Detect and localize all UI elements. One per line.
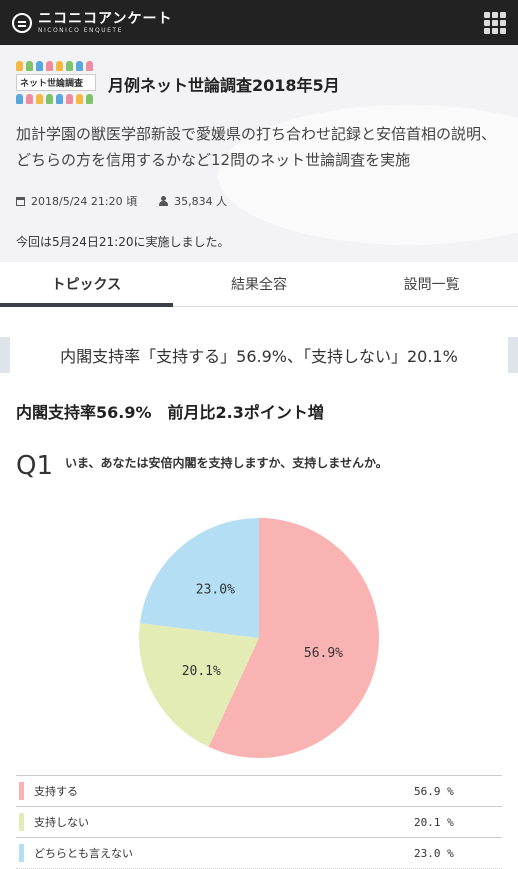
- topic-banner: 内閣支持率「支持する」56.9%、「支持しない」20.1%: [0, 337, 518, 373]
- survey-note: 今回は5月24日21:20に実施しました。: [16, 235, 230, 249]
- survey-header: ネット世論調査 月例ネット世論調査2018年5月 加計学園の獣医学部新設で愛媛県…: [0, 45, 518, 262]
- legend-value: 20.1 %: [414, 815, 454, 829]
- legend-swatch: [19, 813, 24, 831]
- pie-slice: [139, 518, 259, 638]
- legend-row: 支持する 56.9 %: [16, 775, 502, 806]
- legend-value: 23.0 %: [414, 846, 454, 860]
- legend-value: 56.9 %: [414, 784, 454, 798]
- tab-bar: トピックス 結果全容 設問一覧: [0, 262, 518, 307]
- legend-label: 支持する: [34, 785, 78, 798]
- pie-slice-label: 56.9%: [304, 646, 343, 661]
- survey-description: 加計学園の獣医学部新設で愛媛県の打ち合わせ記録と安倍首相の説明、どちらの方を信用…: [16, 125, 497, 169]
- survey-datetime: 2018/5/24 21:20 頃: [16, 193, 137, 209]
- logo-mark-icon: [12, 12, 32, 33]
- calendar-icon: [16, 196, 25, 206]
- tab-full-results[interactable]: 結果全容: [173, 262, 346, 306]
- legend-swatch: [19, 844, 24, 862]
- tab-topics[interactable]: トピックス: [0, 262, 173, 307]
- pie-slice-label: 20.1%: [182, 664, 221, 679]
- question-text: いま、あなたは安倍内閣を支持しますか、支持しませんか。: [65, 456, 388, 470]
- survey-respondents: 35,834 人: [159, 193, 227, 209]
- badge-label: ネット世論調査: [16, 74, 96, 91]
- menu-grid-icon[interactable]: [484, 11, 506, 34]
- pie-chart: 56.9% 20.1% 23.0%: [0, 505, 518, 775]
- legend-row: どちらとも言えない 23.0 %: [16, 837, 502, 869]
- legend-label: どちらとも言えない: [34, 847, 133, 860]
- topic-summary: 内閣支持率56.9% 前月比2.3ポイント増: [16, 403, 324, 422]
- top-bar: ニコニコアンケート NICONICO ENQUETE: [0, 0, 518, 45]
- app-logo[interactable]: ニコニコアンケート NICONICO ENQUETE: [12, 12, 172, 34]
- person-icon: [159, 196, 169, 206]
- legend-swatch: [19, 782, 24, 800]
- legend-row: 支持しない 20.1 %: [16, 806, 502, 837]
- tab-question-list[interactable]: 設問一覧: [345, 262, 518, 306]
- question-heading: Q1 いま、あなたは安倍内閣を支持しますか、支持しませんか。: [16, 453, 518, 479]
- pie-chart-svg: 56.9% 20.1% 23.0%: [139, 518, 379, 758]
- logo-sub-text: NICONICO ENQUETE: [38, 26, 123, 34]
- survey-badge-icon: ネット世論調査: [16, 61, 96, 107]
- logo-main-text: ニコニコアンケート: [38, 10, 173, 27]
- pie-slice-label: 23.0%: [196, 582, 235, 597]
- chart-legend: 支持する 56.9 % 支持しない 20.1 % どちらとも言えない 23.0 …: [16, 775, 502, 869]
- question-number: Q1: [16, 451, 54, 481]
- survey-title: 月例ネット世論調査2018年5月: [108, 76, 340, 95]
- legend-label: 支持しない: [34, 816, 89, 829]
